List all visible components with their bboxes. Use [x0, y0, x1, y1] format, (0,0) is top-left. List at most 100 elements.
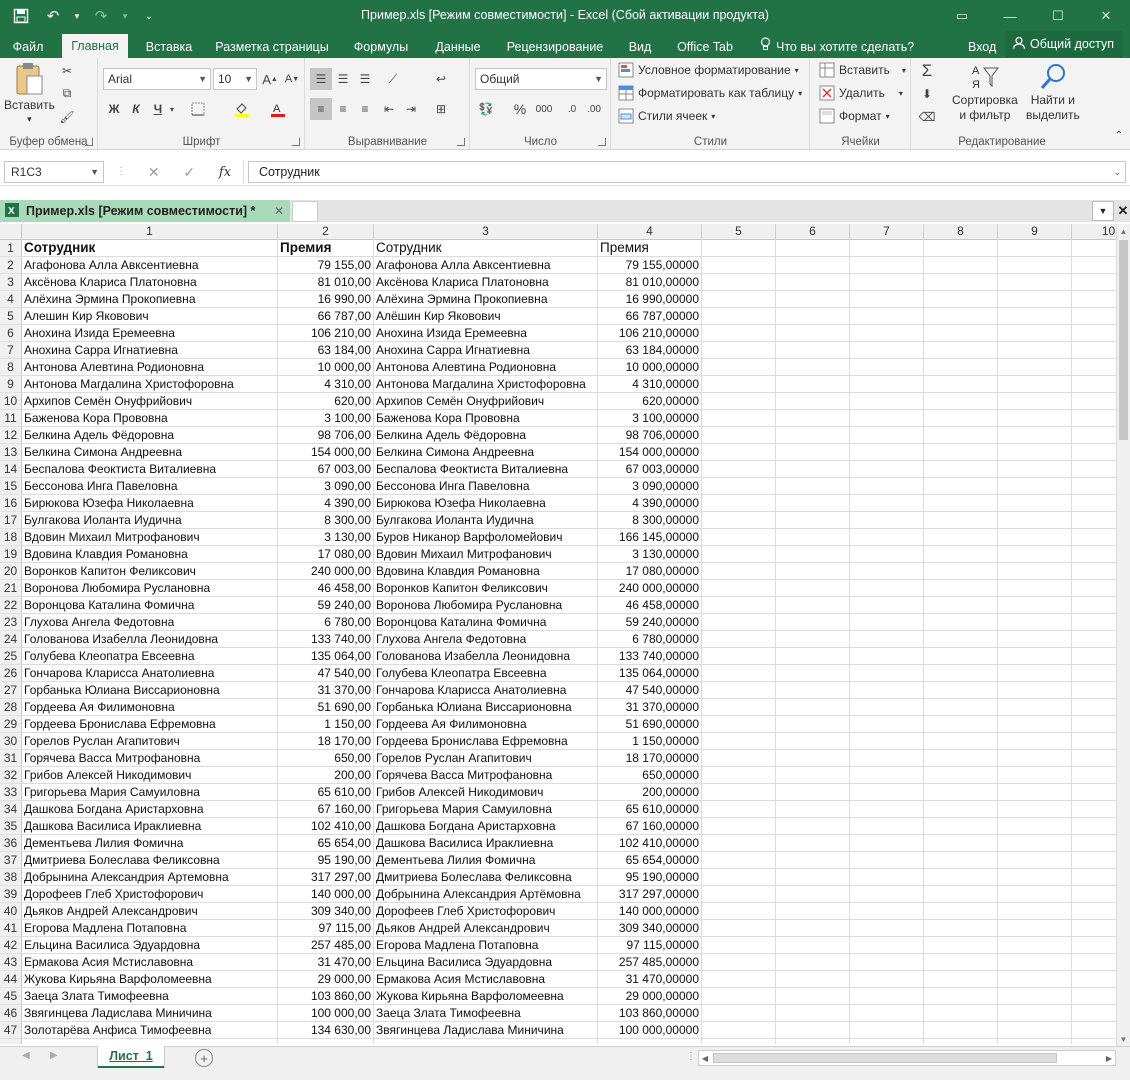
employee-name-cell[interactable]: Горелов Руслан Агапитович [374, 750, 598, 767]
grid-cell[interactable] [776, 1039, 850, 1044]
bonus-value-cell[interactable]: 65 654,00000 [598, 852, 702, 869]
employee-name-cell[interactable]: Алёхина Эрмина Прокопиевна [374, 291, 598, 308]
bonus-value-cell[interactable]: 3 130,00 [278, 529, 374, 546]
grid-cell[interactable] [850, 1039, 924, 1044]
employee-name-cell[interactable]: Грибов Алексей Никодимович [374, 784, 598, 801]
grid-cell[interactable] [850, 971, 924, 988]
grid-cell[interactable] [998, 835, 1072, 852]
grid-cell[interactable] [924, 1022, 998, 1039]
grid-cell[interactable] [924, 835, 998, 852]
grid-cell[interactable] [1072, 529, 1116, 546]
bonus-value-cell[interactable]: 1 150,00 [278, 716, 374, 733]
scroll-right-icon[interactable]: ▶ [1103, 1051, 1115, 1065]
bonus-value-cell[interactable]: 66 787,00 [278, 308, 374, 325]
grid-cell[interactable] [850, 512, 924, 529]
grid-cell[interactable] [702, 631, 776, 648]
grid-cell[interactable] [924, 767, 998, 784]
row-header[interactable]: 24 [0, 631, 22, 648]
column-title-cell[interactable]: Сотрудник [374, 240, 598, 257]
cell-styles-button[interactable]: Стили ячеек ▾ [618, 108, 715, 124]
align-right-icon[interactable]: ≡ [354, 98, 376, 120]
row-header[interactable]: 7 [0, 342, 22, 359]
grid-cell[interactable] [924, 886, 998, 903]
employee-name-cell[interactable]: Воронова Любомира Руслановна [374, 597, 598, 614]
paste-dropdown-icon[interactable]: ▾ [27, 114, 32, 125]
bonus-value-cell[interactable]: 31 370,00 [278, 682, 374, 699]
bonus-value-cell[interactable]: 31 470,00000 [598, 971, 702, 988]
grid-cell[interactable] [776, 750, 850, 767]
grid-cell[interactable] [1072, 257, 1116, 274]
employee-name-cell[interactable]: Гордеева Ая Филимоновна [374, 716, 598, 733]
grid-cell[interactable] [702, 597, 776, 614]
grid-cell[interactable] [1072, 801, 1116, 818]
number-launcher-icon[interactable] [598, 138, 606, 146]
bonus-value-cell[interactable]: 18 170,00000 [598, 750, 702, 767]
tab-office-tab[interactable]: Office Tab [670, 36, 740, 58]
grid-cell[interactable] [850, 376, 924, 393]
bonus-value-cell[interactable]: 103 860,00000 [598, 1005, 702, 1022]
grid-cell[interactable] [702, 869, 776, 886]
grid-cell[interactable] [1072, 1005, 1116, 1022]
bonus-value-cell[interactable]: 620,00 [278, 393, 374, 410]
employee-name-cell[interactable]: Архипов Семён Онуфрийович [22, 393, 278, 410]
grid-cell[interactable] [924, 580, 998, 597]
grid-cell[interactable] [702, 529, 776, 546]
grid-cell[interactable] [702, 1005, 776, 1022]
grid-cell[interactable] [924, 478, 998, 495]
row-header[interactable]: 43 [0, 954, 22, 971]
employee-name-cell[interactable]: Голованова Изабелла Леонидовна [22, 631, 278, 648]
grid-cell[interactable] [776, 988, 850, 1005]
employee-name-cell[interactable]: Вдовин Михаил Митрофанович [374, 546, 598, 563]
row-header[interactable]: 4 [0, 291, 22, 308]
grid-cell[interactable] [702, 801, 776, 818]
grid-cell[interactable] [850, 852, 924, 869]
clear-icon[interactable]: ⌫ [916, 106, 938, 128]
grid-cell[interactable] [1072, 444, 1116, 461]
grid-cell[interactable] [702, 427, 776, 444]
clipboard-launcher-icon[interactable] [85, 138, 93, 146]
row-header[interactable]: 12 [0, 427, 22, 444]
merge-center-icon[interactable]: ⊞ [430, 98, 452, 120]
bonus-value-cell[interactable]: 65 610,00 [278, 784, 374, 801]
bonus-value-cell[interactable]: 102 410,00000 [598, 835, 702, 852]
grid-cell[interactable] [924, 937, 998, 954]
bonus-value-cell[interactable]: 100 000,00 [278, 1005, 374, 1022]
column-header[interactable]: 1 [22, 224, 278, 240]
tab-view[interactable]: Вид [622, 36, 658, 58]
row-header[interactable]: 11 [0, 410, 22, 427]
row-header[interactable]: 18 [0, 529, 22, 546]
row-header[interactable]: 13 [0, 444, 22, 461]
grid-cell[interactable] [776, 954, 850, 971]
grid-cell[interactable] [702, 614, 776, 631]
employee-name-cell[interactable]: Анохина Изида Еремеевна [374, 325, 598, 342]
bonus-value-cell[interactable]: 650,00 [278, 750, 374, 767]
delete-cells-button[interactable]: Удалить ▾ [819, 85, 903, 101]
grid-cell[interactable] [850, 886, 924, 903]
grid-cell[interactable] [850, 920, 924, 937]
grid-cell[interactable] [998, 716, 1072, 733]
grid-cell[interactable] [702, 342, 776, 359]
employee-name-cell[interactable]: Голубева Клеопатра Евсеевна [22, 648, 278, 665]
tab-page-layout[interactable]: Разметка страницы [210, 36, 334, 58]
bonus-value-cell[interactable]: 8 300,00 [278, 512, 374, 529]
align-bottom-icon[interactable]: ☰ [354, 68, 376, 90]
employee-name-cell[interactable]: Воронков Капитон Феликсович [22, 563, 278, 580]
grid-cell[interactable] [850, 682, 924, 699]
insert-function-icon[interactable]: fx [219, 165, 231, 180]
horizontal-scrollbar[interactable]: ◀ ▶ [698, 1050, 1116, 1066]
bonus-value-cell[interactable]: 98 706,00 [278, 427, 374, 444]
grid-cell[interactable] [998, 546, 1072, 563]
grid-cell[interactable] [776, 869, 850, 886]
employee-name-cell[interactable]: Воронова Любомира Руслановна [22, 580, 278, 597]
grid-cell[interactable] [924, 852, 998, 869]
grid-cell[interactable] [998, 750, 1072, 767]
row-header[interactable]: 30 [0, 733, 22, 750]
find-select-button[interactable]: Найти и выделить [1026, 62, 1080, 122]
grid-cell[interactable] [776, 852, 850, 869]
grid-cell[interactable] [850, 274, 924, 291]
grid-cell[interactable] [1072, 1022, 1116, 1039]
grid-cell[interactable] [702, 665, 776, 682]
employee-name-cell[interactable]: Дашкова Богдана Аристарховна [374, 818, 598, 835]
row-header[interactable]: 28 [0, 699, 22, 716]
grid-cell[interactable] [850, 631, 924, 648]
